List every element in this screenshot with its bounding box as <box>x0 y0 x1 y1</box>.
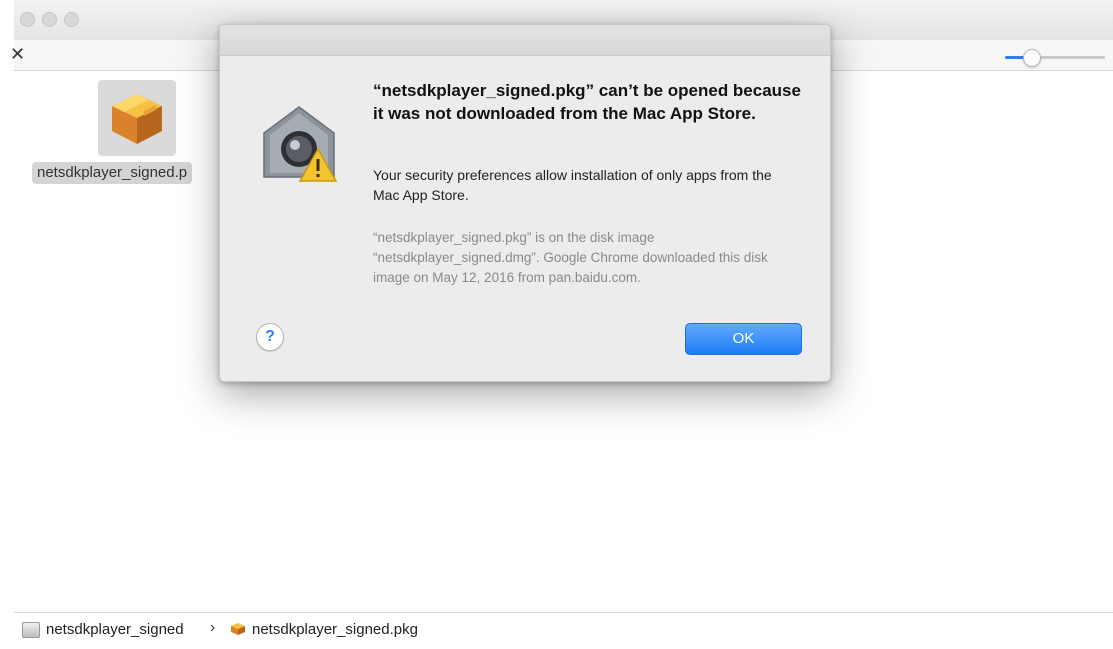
file-name-label[interactable]: netsdkplayer_signed.p <box>32 162 193 184</box>
security-alert-dialog: “netsdkplayer_signed.pkg” can’t be opene… <box>219 24 831 382</box>
path-file[interactable]: netsdkplayer_signed.pkg <box>252 621 418 638</box>
dialog-detail: “netsdkplayer_signed.pkg” is on the disk… <box>373 230 768 285</box>
close-icon[interactable]: ✕ <box>10 44 25 65</box>
gatekeeper-icon <box>263 106 338 182</box>
path-volume[interactable]: netsdkplayer_signed <box>46 621 184 638</box>
dialog-message: Your security preferences allow installa… <box>373 167 772 203</box>
ok-button[interactable]: OK <box>685 323 802 355</box>
icon-size-slider[interactable] <box>1005 49 1105 67</box>
zoom-window-button[interactable] <box>64 12 79 27</box>
help-button[interactable]: ? <box>256 323 284 351</box>
disk-icon <box>22 622 40 638</box>
path-bar: netsdkplayer_signed › netsdkplayer_signe… <box>14 612 1113 649</box>
path-separator: › <box>210 619 216 636</box>
dialog-title-bar <box>220 25 830 56</box>
close-window-button[interactable] <box>20 12 35 27</box>
package-icon <box>112 94 162 144</box>
minimize-window-button[interactable] <box>42 12 57 27</box>
help-icon: ? <box>265 328 275 345</box>
package-file-item[interactable] <box>98 80 176 156</box>
slider-fill <box>1005 56 1025 59</box>
package-icon <box>231 623 245 635</box>
slider-knob[interactable] <box>1023 49 1041 67</box>
dialog-title: “netsdkplayer_signed.pkg” can’t be opene… <box>373 81 801 123</box>
